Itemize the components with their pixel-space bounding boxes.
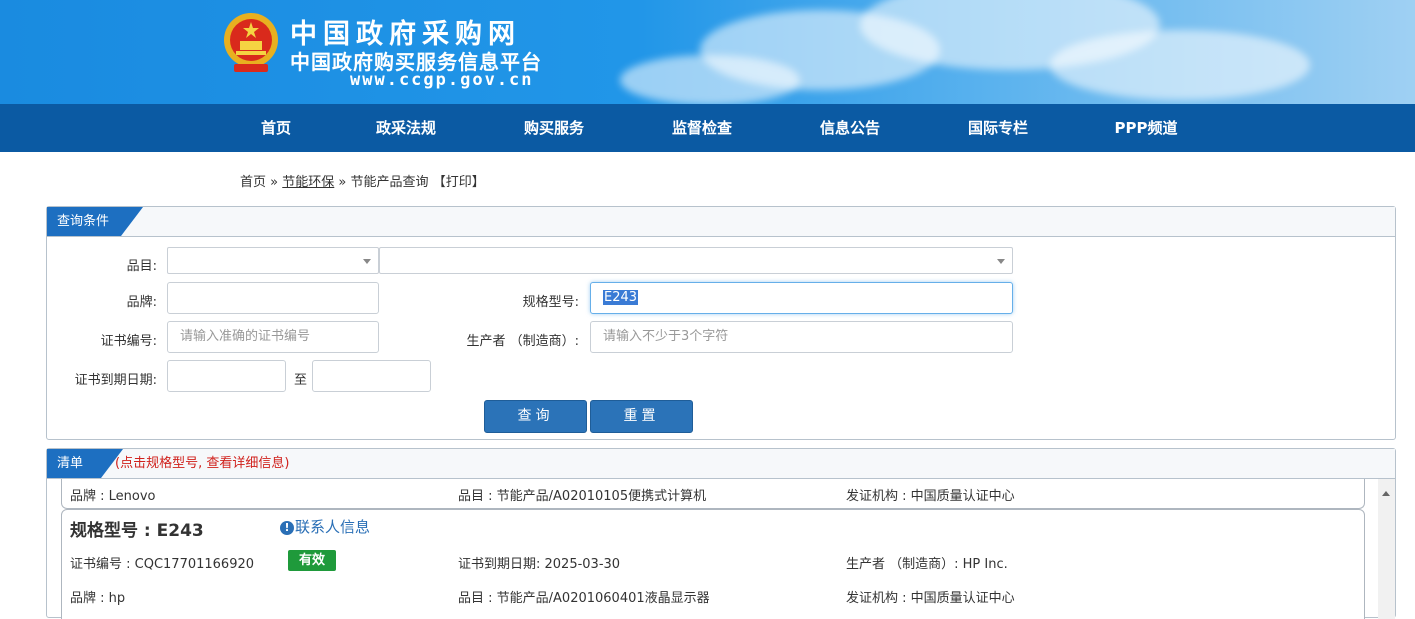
cloud-decoration [1050, 30, 1310, 100]
cloud-decoration [620, 55, 800, 104]
contact-info-link[interactable]: ! 联系人信息 [280, 516, 370, 537]
cert-number-value: 证书编号 : CQC17701166920 [70, 557, 255, 572]
info-icon: ! [280, 521, 294, 535]
brand-value: 品牌 : Lenovo [70, 489, 156, 504]
manufacturer-input[interactable]: 请输入不少于3个字符 [590, 321, 1013, 353]
breadcrumb-home-link[interactable]: 首页 [240, 175, 266, 190]
brand-input[interactable] [167, 282, 379, 314]
issuer-value: 发证机构 : 中国质量认证中心 [846, 489, 1015, 504]
expiry-start-input[interactable] [167, 360, 286, 392]
breadcrumb-current: 节能产品查询 [350, 175, 429, 190]
category-value: 品目 : 节能产品/A0201060401液晶显示器 [458, 591, 710, 606]
nav-item-international[interactable]: 国际专栏 [924, 104, 1072, 152]
manufacturer-label: 生产者 （制造商）: [466, 334, 579, 349]
query-panel-header: 查询条件 [47, 207, 1395, 237]
chevron-down-icon [363, 259, 371, 264]
breadcrumb-separator: » [338, 175, 347, 190]
manufacturer-value: 生产者 （制造商）: HP Inc. [846, 557, 1008, 572]
status-badge: 有效 [288, 550, 336, 571]
site-url: www.ccgp.gov.cn [350, 70, 534, 90]
results-list: 品牌 : Lenovo 品目 : 节能产品/A02010105便携式计算机 发证… [47, 479, 1395, 619]
query-panel: 查询条件 品目: 品牌: 规格型号: E243 证书编号: 请输入准确的证书编号… [46, 206, 1396, 440]
cert-number-label: 证书编号: [100, 334, 157, 349]
model-link[interactable]: 规格型号 : E243 [70, 516, 204, 541]
nav-item-announcements[interactable]: 信息公告 [776, 104, 924, 152]
result-card: 规格型号 : E243 ! 联系人信息 证书编号 : CQC17701166920… [61, 509, 1365, 619]
results-panel: 清单 (点击规格型号, 查看详细信息) 品牌 : Lenovo 品目 : 节能产… [46, 448, 1396, 619]
contact-info-label: 联系人信息 [295, 518, 371, 536]
brand-value: 品牌 : hp [70, 591, 126, 606]
expiry-date-label: 证书到期日期: [74, 373, 157, 388]
main-nav: 首页 政采法规 购买服务 监督检查 信息公告 国际专栏 PPP频道 [0, 104, 1415, 152]
expiry-value: 证书到期日期: 2025-03-30 [458, 557, 621, 572]
site-banner: 中国政府采购网 中国政府购买服务信息平台 www.ccgp.gov.cn [0, 0, 1415, 104]
to-label: 至 [293, 373, 307, 388]
reset-button[interactable]: 重置 [590, 400, 693, 433]
nav-item-home[interactable]: 首页 [220, 104, 332, 152]
category-select-2[interactable] [379, 247, 1013, 274]
search-button[interactable]: 查询 [484, 400, 587, 433]
breadcrumb-separator: » [270, 175, 279, 190]
cert-number-input[interactable]: 请输入准确的证书编号 [167, 321, 379, 353]
model-label: 规格型号: [522, 295, 579, 310]
results-tab: 清单 [47, 449, 123, 478]
print-link[interactable]: 【打印】 [433, 175, 485, 190]
nav-item-supervision[interactable]: 监督检查 [628, 104, 776, 152]
category-label: 品目: [126, 259, 157, 274]
model-input-value: E243 [603, 290, 639, 305]
results-hint: (点击规格型号, 查看详细信息) [115, 456, 290, 471]
result-card: 品牌 : Lenovo 品目 : 节能产品/A02010105便携式计算机 发证… [61, 479, 1365, 509]
brand-label: 品牌: [126, 295, 157, 310]
nav-item-regulations[interactable]: 政采法规 [332, 104, 480, 152]
results-scrollbar[interactable] [1378, 479, 1395, 619]
query-tab: 查询条件 [47, 207, 143, 236]
nav-item-purchase-services[interactable]: 购买服务 [480, 104, 628, 152]
model-input[interactable]: E243 [590, 282, 1013, 314]
results-panel-header: 清单 (点击规格型号, 查看详细信息) [47, 449, 1395, 479]
expiry-end-input[interactable] [312, 360, 431, 392]
chevron-down-icon [997, 259, 1005, 264]
breadcrumb: 首页 » 节能环保 » 节能产品查询 【打印】 [240, 171, 485, 190]
category-value: 品目 : 节能产品/A02010105便携式计算机 [458, 489, 707, 504]
national-emblem-icon [224, 13, 278, 72]
nav-item-ppp[interactable]: PPP频道 [1072, 104, 1220, 152]
scroll-up-icon[interactable] [1382, 491, 1390, 496]
issuer-value: 发证机构 : 中国质量认证中心 [846, 591, 1015, 606]
breadcrumb-section-link[interactable]: 节能环保 [282, 175, 334, 190]
category-select-1[interactable] [167, 247, 379, 274]
